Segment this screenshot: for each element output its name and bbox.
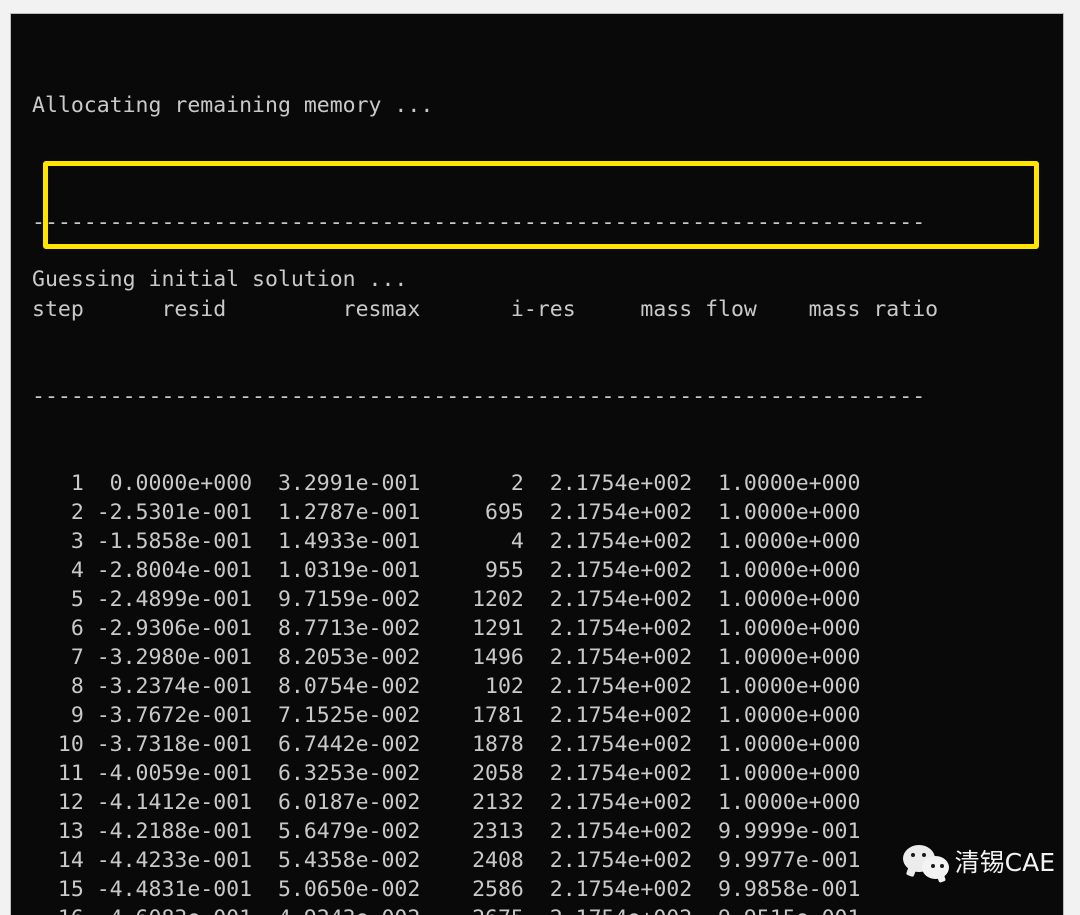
table-row: 5 -2.4899e-001 9.7159e-002 1202 2.1754e+… (32, 587, 861, 612)
table-row: 13 -4.2188e-001 5.6479e-002 2313 2.1754e… (32, 819, 861, 844)
table-rule-bottom: ----------------------------------------… (32, 384, 926, 409)
table-row: 10 -3.7318e-001 6.7442e-002 1878 2.1754e… (32, 732, 861, 757)
table-row: 3 -1.5858e-001 1.4933e-001 4 2.1754e+002… (32, 529, 861, 554)
wechat-icon (902, 845, 949, 879)
screenshot-root: Allocating remaining memory ... Guessing… (0, 0, 1080, 915)
table-row: 15 -4.4831e-001 5.0650e-002 2586 2.1754e… (32, 877, 861, 902)
table-row: 1 0.0000e+000 3.2991e-001 2 2.1754e+002 … (32, 471, 861, 496)
log-line-allocating: Allocating remaining memory ... (32, 93, 434, 118)
table-row: 2 -2.5301e-001 1.2787e-001 695 2.1754e+0… (32, 500, 861, 525)
terminal-output: Allocating remaining memory ... Guessing… (11, 14, 1063, 915)
table-row: 4 -2.8004e-001 1.0319e-001 955 2.1754e+0… (32, 558, 861, 583)
table-row: 9 -3.7672e-001 7.1525e-002 1781 2.1754e+… (32, 703, 861, 728)
table-rule-top: ----------------------------------------… (32, 210, 926, 235)
terminal-window: Allocating remaining memory ... Guessing… (11, 14, 1063, 915)
table-row: 7 -3.2980e-001 8.2053e-002 1496 2.1754e+… (32, 645, 861, 670)
table-row: 6 -2.9306e-001 8.7713e-002 1291 2.1754e+… (32, 616, 861, 641)
table-row: 12 -4.1412e-001 6.0187e-002 2132 2.1754e… (32, 790, 861, 815)
table-row: 11 -4.0059e-001 6.3253e-002 2058 2.1754e… (32, 761, 861, 786)
watermark: 清锡CAE (902, 845, 1055, 879)
table-row: 16 -4.6083e-001 4.9243e-002 2675 2.1754e… (11, 904, 1063, 915)
table-header-row: step resid resmax i-res mass flow mass r… (32, 297, 939, 322)
table-row: 8 -3.2374e-001 8.0754e-002 102 2.1754e+0… (32, 674, 861, 699)
residual-table: ----------------------------------------… (11, 150, 1063, 915)
watermark-text: 清锡CAE (954, 847, 1055, 877)
